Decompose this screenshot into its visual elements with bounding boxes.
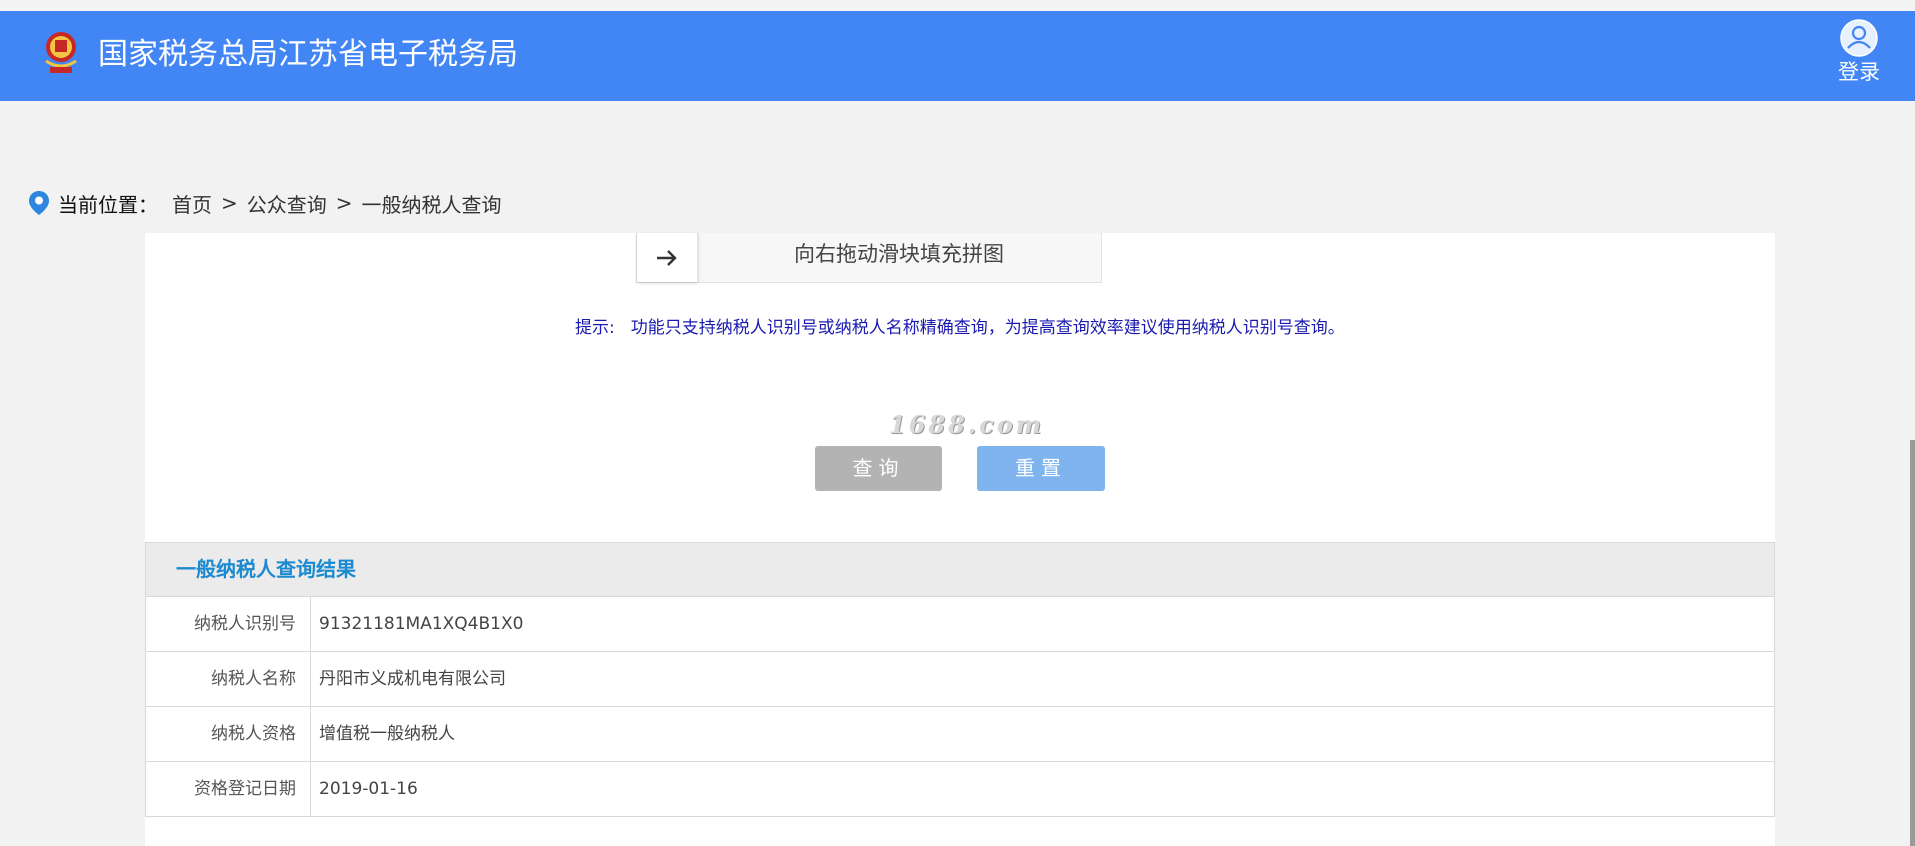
top-strip [0,0,1915,11]
row-value: 91321181MA1XQ4B1X0 [319,614,524,634]
location-pin-icon [29,191,49,215]
query-panel: 向右拖动滑块填充拼图 提示: 功能只支持纳税人识别号或纳税人名称精确查询，为提高查… [145,233,1775,846]
breadcrumb-home[interactable]: 首页 [172,189,212,218]
row-label: 纳税人资格 [146,707,311,761]
slider-instruction: 向右拖动滑块填充拼图 [794,242,1004,266]
scrollbar[interactable] [1910,440,1915,846]
table-row: 纳税人名称 丹阳市义成机电有限公司 [146,652,1774,707]
breadcrumb-public-query[interactable]: 公众查询 [247,189,327,218]
row-label: 纳税人识别号 [146,597,311,651]
hint-text: 功能只支持纳税人识别号或纳税人名称精确查询，为提高查询效率建议使用纳税人识别号查… [630,318,1345,338]
breadcrumb: 当前位置： 首页 > 公众查询 > 一般纳税人查询 [28,186,502,220]
row-label: 纳税人名称 [146,652,311,706]
row-label: 资格登记日期 [146,762,311,816]
slider-captcha: 向右拖动滑块填充拼图 [636,233,1102,283]
table-row: 纳税人识别号 91321181MA1XQ4B1X0 [146,597,1774,652]
breadcrumb-label: 当前位置： [58,192,158,217]
breadcrumb-separator: > [221,191,238,215]
tax-emblem-logo [45,32,77,73]
row-value: 2019-01-16 [319,779,418,799]
table-row: 纳税人资格 增值税一般纳税人 [146,707,1774,762]
breadcrumb-current: 一般纳税人查询 [361,192,502,217]
watermark: 1688.com [889,410,1045,439]
site-header: 国家税务总局江苏省电子税务局 登录 [0,11,1915,101]
hint-label: 提示: [575,318,615,338]
user-avatar-icon [1840,19,1878,57]
arrow-right-icon [657,249,677,266]
reset-button[interactable]: 重置 [977,446,1105,491]
slider-handle[interactable] [637,233,698,282]
query-button[interactable]: 查询 [815,446,942,491]
row-value: 增值税一般纳税人 [319,724,455,744]
results-title: 一般纳税人查询结果 [146,543,1774,597]
site-title: 国家税务总局江苏省电子税务局 [98,37,518,72]
table-row: 资格登记日期 2019-01-16 [146,762,1774,816]
query-hint: 提示: 功能只支持纳税人识别号或纳税人名称精确查询，为提高查询效率建议使用纳税人识… [575,313,1345,338]
row-value: 丹阳市义成机电有限公司 [319,669,506,689]
login-label: 登录 [1838,60,1880,84]
login-button[interactable]: 登录 [1835,19,1883,85]
breadcrumb-separator: > [335,191,353,215]
results-table: 一般纳税人查询结果 纳税人识别号 91321181MA1XQ4B1X0 纳税人名… [145,542,1775,817]
